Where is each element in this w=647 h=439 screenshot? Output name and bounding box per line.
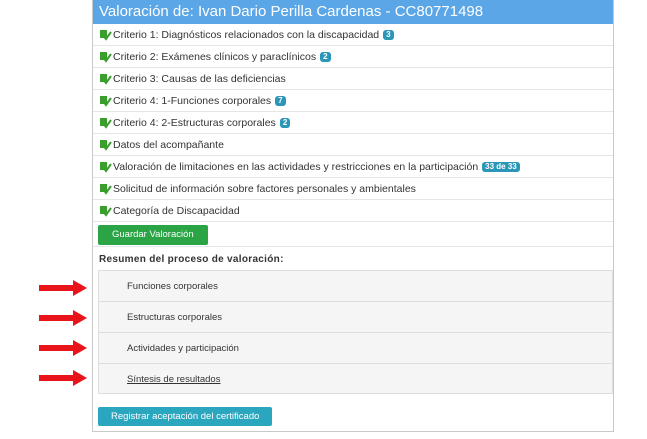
summary-list: Funciones corporales Estructuras corpora… xyxy=(93,270,613,394)
summary-item-sintesis[interactable]: Síntesis de resultados xyxy=(98,363,613,394)
red-arrow-icon xyxy=(39,340,87,356)
criterion-label: Categoría de Discapacidad xyxy=(113,204,240,217)
criterion-label: Valoración de limitaciones en las activi… xyxy=(113,160,479,173)
summary-item-label: Actividades y participación xyxy=(127,343,239,354)
red-arrow-icon xyxy=(39,310,87,326)
criterion-count-badge: 33 de 33 xyxy=(482,161,520,172)
criterion-label: Criterio 4: 2-Estructuras corporales xyxy=(113,116,276,129)
check-document-icon xyxy=(100,95,112,107)
criterion-item-2[interactable]: Criterio 2: Exámenes clínicos y paraclín… xyxy=(93,46,613,68)
red-arrow-icon xyxy=(39,370,87,386)
check-document-icon xyxy=(100,139,112,151)
check-document-icon xyxy=(100,205,112,217)
criterion-item-4[interactable]: Criterio 4: 1-Funciones corporales 7 xyxy=(93,90,613,112)
criterion-item-9[interactable]: Categoría de Discapacidad xyxy=(93,200,613,222)
criterion-label: Criterio 1: Diagnósticos relacionados co… xyxy=(113,28,380,41)
summary-item-funciones[interactable]: Funciones corporales xyxy=(98,270,613,301)
criterion-item-6[interactable]: Datos del acompañante xyxy=(93,134,613,156)
criterion-item-5[interactable]: Criterio 4: 2-Estructuras corporales 2 xyxy=(93,112,613,134)
check-document-icon xyxy=(100,51,112,63)
register-certificate-button[interactable]: Registrar aceptación del certificado xyxy=(98,407,273,426)
criterion-label: Criterio 3: Causas de las deficiencias xyxy=(113,72,286,85)
check-document-icon xyxy=(100,183,112,195)
summary-item-estructuras[interactable]: Estructuras corporales xyxy=(98,301,613,332)
criterion-count-badge: 3 xyxy=(383,29,394,40)
check-document-icon xyxy=(100,117,112,129)
criterion-count-badge: 2 xyxy=(320,51,331,62)
red-arrow-icon xyxy=(39,280,87,296)
summary-item-actividades[interactable]: Actividades y participación xyxy=(98,332,613,363)
criterion-label: Criterio 4: 1-Funciones corporales xyxy=(113,94,272,107)
criterion-label: Solicitud de información sobre factores … xyxy=(113,182,416,195)
criteria-list: Criterio 1: Diagnósticos relacionados co… xyxy=(93,24,613,222)
criterion-count-badge: 7 xyxy=(275,95,286,106)
criterion-label: Datos del acompañante xyxy=(113,138,224,151)
page-title: Valoración de: Ivan Dario Perilla Carden… xyxy=(93,0,613,24)
criterion-item-8[interactable]: Solicitud de información sobre factores … xyxy=(93,178,613,200)
valoracion-panel: Valoración de: Ivan Dario Perilla Carden… xyxy=(92,0,614,432)
summary-item-label: Síntesis de resultados xyxy=(127,374,221,385)
criterion-item-3[interactable]: Criterio 3: Causas de las deficiencias xyxy=(93,68,613,90)
save-button-row: Guardar Valoración xyxy=(93,222,613,247)
summary-item-label: Estructuras corporales xyxy=(127,312,223,323)
criterion-item-7[interactable]: Valoración de limitaciones en las activi… xyxy=(93,156,613,178)
check-document-icon xyxy=(100,29,112,41)
check-document-icon xyxy=(100,73,112,85)
save-valoracion-button[interactable]: Guardar Valoración xyxy=(98,225,208,245)
criterion-label: Criterio 2: Exámenes clínicos y paraclín… xyxy=(113,50,317,63)
summary-title: Resumen del proceso de valoración: xyxy=(99,254,284,265)
summary-item-label: Funciones corporales xyxy=(127,281,218,292)
criterion-item-1[interactable]: Criterio 1: Diagnósticos relacionados co… xyxy=(93,24,613,46)
criterion-count-badge: 2 xyxy=(279,117,291,128)
check-document-icon xyxy=(100,161,112,173)
